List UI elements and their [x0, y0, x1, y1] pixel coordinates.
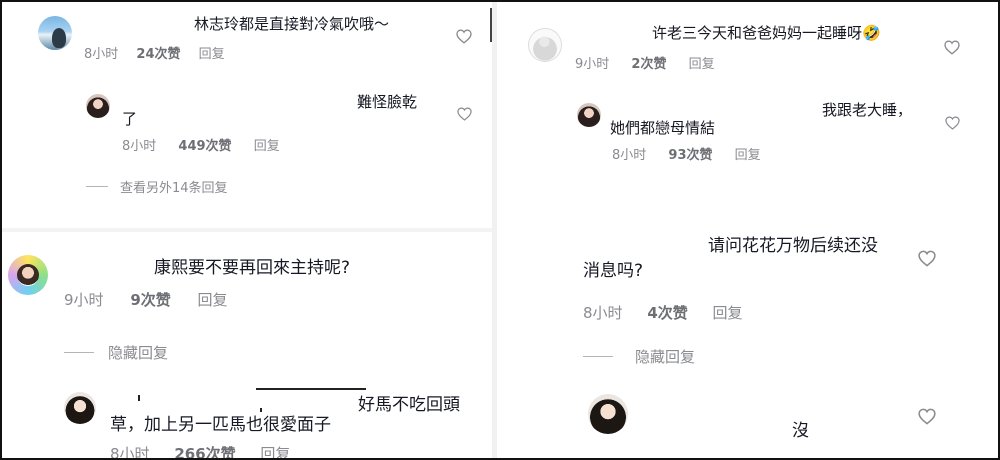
heart-outline-icon[interactable] — [918, 408, 936, 425]
reply-like-count: 449次赞 — [178, 139, 232, 154]
comment-panel-top-left: 林志玲都是直接對冷氣吹哦～ 8小时 24次赞 回复 難怪臉乾 了 8小时 449… — [2, 2, 492, 228]
heart-outline-icon[interactable] — [944, 40, 960, 55]
divider-line — [64, 352, 94, 353]
comment-meta: 9小时 2次赞 回复 — [575, 53, 715, 72]
reply-text-line1: 我跟老大睡， — [822, 101, 913, 119]
reply-time: 8小时 — [110, 445, 150, 458]
comment-meta: 8小时 24次赞 回复 — [84, 43, 225, 62]
hide-replies-link[interactable]: 隐藏回复 — [583, 346, 695, 367]
divider-line — [86, 186, 108, 187]
user-avatar[interactable] — [38, 16, 72, 50]
reply-like-count: 93次赞 — [668, 148, 713, 163]
hide-replies-label: 隐藏回复 — [108, 344, 169, 362]
comment-text: 康熙要不要再回來主持呢? — [154, 258, 351, 278]
screenshot-artifact — [138, 395, 140, 401]
reply-button[interactable]: 回复 — [199, 47, 225, 62]
comment-meta: 9小时 9次赞 回复 — [64, 289, 228, 310]
reply-button[interactable]: 回复 — [260, 445, 290, 458]
divider-line — [583, 356, 613, 357]
comment-panel-bottom-left: 康熙要不要再回來主持呢? 9小时 9次赞 回复 隐藏回复 好馬不吃回頭 草，加上… — [2, 232, 490, 458]
screenshot-artifact — [256, 388, 366, 390]
panel-divider — [2, 228, 492, 232]
user-avatar[interactable] — [86, 94, 110, 118]
user-avatar[interactable] — [577, 103, 601, 127]
reply-button[interactable]: 回复 — [198, 291, 228, 309]
heart-outline-icon[interactable] — [456, 29, 472, 44]
reply-meta: 8小时 93次赞 回复 — [612, 144, 761, 163]
comment-meta: 8小时 4次赞 回复 — [583, 302, 743, 323]
comment-like-count: 24次赞 — [136, 47, 181, 62]
panel-divider — [492, 2, 497, 458]
comment-text: 许老三今天和爸爸妈妈一起睡呀🤣 — [652, 24, 881, 42]
reply-text-line1: 難怪臉乾 — [357, 93, 418, 111]
comment-text: 林志玲都是直接對冷氣吹哦～ — [194, 15, 390, 33]
user-avatar[interactable] — [588, 394, 628, 434]
user-avatar[interactable] — [528, 28, 562, 62]
heart-outline-icon[interactable] — [945, 116, 960, 130]
comment-time: 8小时 — [583, 304, 623, 322]
reply-text-line1: 好馬不吃回頭 — [358, 395, 460, 415]
reply-button[interactable]: 回复 — [713, 304, 743, 322]
reply-button[interactable]: 回复 — [254, 139, 280, 154]
comment-like-count: 4次赞 — [647, 304, 688, 322]
user-avatar[interactable] — [8, 255, 48, 295]
comment-panel-top-right: 许老三今天和爸爸妈妈一起睡呀🤣 9小时 2次赞 回复 我跟老大睡， 她們都戀母情… — [497, 2, 998, 224]
view-more-replies-label: 查看另外14条回复 — [120, 181, 228, 196]
reply-time: 8小时 — [122, 139, 157, 154]
comment-like-count: 2次赞 — [631, 57, 667, 72]
reply-text: 沒 — [792, 421, 809, 441]
comment-text-line2: 消息吗? — [583, 261, 644, 281]
hide-replies-link[interactable]: 隐藏回复 — [64, 342, 168, 363]
hide-replies-label: 隐藏回复 — [635, 348, 696, 366]
view-more-replies-link[interactable]: 查看另外14条回复 — [86, 177, 228, 196]
heart-outline-icon[interactable] — [457, 107, 472, 121]
scrollbar-thumb[interactable] — [490, 8, 492, 42]
user-avatar[interactable] — [64, 392, 96, 424]
comment-time: 9小时 — [575, 57, 610, 72]
reply-text-line2: 了 — [122, 110, 138, 128]
reply-text-line2: 她們都戀母情結 — [610, 119, 716, 137]
heart-outline-icon[interactable] — [918, 250, 936, 267]
screenshot-collage: 林志玲都是直接對冷氣吹哦～ 8小时 24次赞 回复 難怪臉乾 了 8小时 449… — [0, 0, 1000, 460]
comment-panel-bottom-right: 请问花花万物后续还没 消息吗? 8小时 4次赞 回复 隐藏回复 沒 — [497, 216, 998, 458]
reply-meta: 8小时 449次赞 回复 — [122, 135, 280, 154]
reply-time: 8小时 — [612, 148, 647, 163]
comment-text-line1: 请问花花万物后续还没 — [708, 236, 878, 256]
reply-button[interactable]: 回复 — [735, 148, 761, 163]
reply-button[interactable]: 回复 — [689, 57, 715, 72]
screenshot-artifact — [260, 408, 262, 412]
comment-time: 8小时 — [84, 47, 119, 62]
reply-like-count: 266次赞 — [174, 445, 236, 458]
reply-text-line2: 草，加上另一匹馬也很愛面子 — [110, 415, 331, 435]
comment-like-count: 9次赞 — [130, 291, 171, 309]
comment-time: 9小时 — [64, 291, 104, 309]
reply-meta: 8小时 266次赞 回复 — [110, 443, 290, 458]
